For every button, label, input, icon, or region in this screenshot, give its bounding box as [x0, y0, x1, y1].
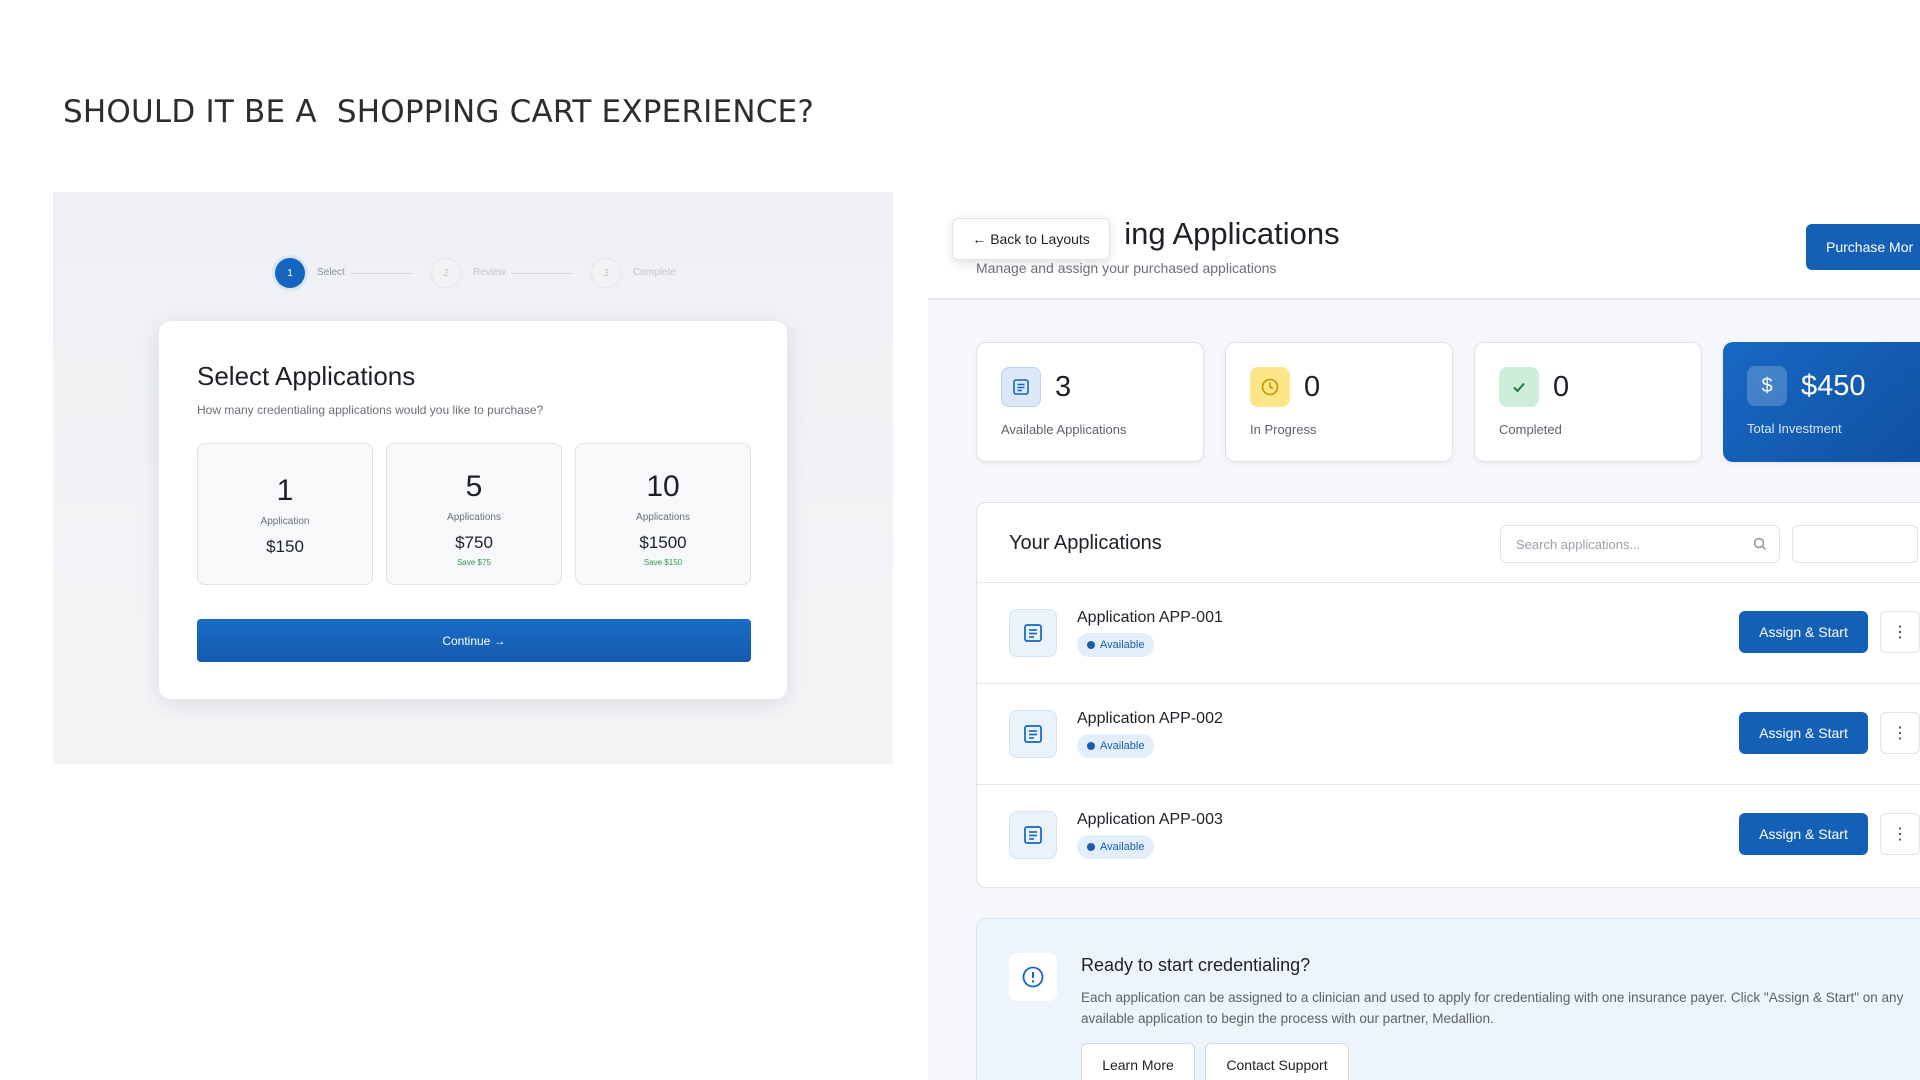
option-count: 1: [276, 474, 294, 507]
learn-more-button[interactable]: Learn More: [1081, 1043, 1195, 1080]
step-2-circle[interactable]: 2: [431, 258, 461, 288]
filter-select[interactable]: [1792, 525, 1918, 563]
document-list-icon: [1009, 811, 1057, 859]
info-icon: [1009, 953, 1057, 1001]
status-badge: Available: [1077, 835, 1155, 859]
check-icon: [1499, 367, 1539, 407]
select-subtitle: How many credentialing applications woul…: [197, 403, 544, 417]
option-5-applications[interactable]: 5 Applications $750 Save $75: [386, 443, 562, 585]
status-text: Available: [1100, 841, 1145, 853]
applications-dashboard: Credentialiing Applications Manage and a…: [928, 192, 1920, 1080]
step-1-circle[interactable]: 1: [275, 258, 305, 288]
more-options-icon[interactable]: ⋮: [1880, 813, 1920, 855]
status-text: Available: [1100, 639, 1145, 651]
step-3-label: Complete: [633, 267, 676, 278]
continue-button[interactable]: Continue →: [197, 619, 751, 662]
stat-label: Completed: [1499, 422, 1562, 437]
option-count: 5: [465, 470, 483, 503]
stat-value: 0: [1304, 371, 1321, 403]
search-icon: [1753, 537, 1766, 550]
search-input[interactable]: Search applications...: [1500, 525, 1780, 563]
dashboard-header: Credentialiing Applications Manage and a…: [928, 192, 1920, 300]
option-unit: Application: [260, 516, 310, 527]
document-list-icon: [1009, 710, 1057, 758]
contact-support-button[interactable]: Contact Support: [1205, 1043, 1349, 1080]
purchase-more-button[interactable]: Purchase Mor: [1806, 224, 1920, 270]
back-to-layouts-button[interactable]: ← Back to Layouts: [952, 218, 1110, 260]
more-options-icon[interactable]: ⋮: [1880, 712, 1920, 754]
stat-value: $450: [1801, 370, 1866, 402]
step-2-label: Review: [473, 267, 506, 278]
step-connector: [351, 273, 413, 274]
stat-completed: 0 Completed: [1474, 342, 1702, 462]
assign-start-button[interactable]: Assign & Start: [1739, 813, 1868, 855]
option-savings: Save $75: [457, 558, 491, 567]
status-dot-icon: [1087, 641, 1095, 649]
option-price: $1500: [639, 533, 687, 552]
option-1-application[interactable]: 1 Application $150: [197, 443, 373, 585]
your-applications-card: Your Applications Search applications...…: [976, 502, 1920, 888]
slide-title: SHOULD IT BE A SHOPPING CART EXPERIENCE?: [63, 94, 814, 130]
page-title-text: ing Applications: [1124, 216, 1340, 251]
stat-available: 3 Available Applications: [976, 342, 1204, 462]
step-connector: [511, 273, 573, 274]
assign-start-button[interactable]: Assign & Start: [1739, 712, 1868, 754]
stat-label: In Progress: [1250, 422, 1317, 437]
applications-header: Your Applications Search applications...: [977, 503, 1920, 583]
option-unit: Applications: [636, 512, 690, 523]
select-applications-card: Select Applications How many credentiali…: [159, 321, 787, 699]
document-list-icon: [1009, 609, 1057, 657]
ready-title: Ready to start credentialing?: [1081, 955, 1311, 975]
status-text: Available: [1100, 740, 1145, 752]
step-3-circle[interactable]: 3: [591, 258, 621, 288]
stat-total-investment: $ $450 Total Investment: [1723, 342, 1920, 462]
stepper: 1 Select 2 Review 3 Complete: [275, 258, 695, 288]
option-savings: Save $150: [643, 558, 683, 567]
applications-title: Your Applications: [1009, 532, 1162, 554]
stat-label: Total Investment: [1747, 421, 1842, 436]
clock-icon: [1250, 367, 1290, 407]
dollar-icon: $: [1747, 366, 1787, 406]
status-dot-icon: [1087, 843, 1095, 851]
stat-value: 3: [1055, 371, 1072, 403]
application-name: Application APP-003: [1077, 811, 1223, 828]
stat-in-progress: 0 In Progress: [1225, 342, 1453, 462]
status-dot-icon: [1087, 742, 1095, 750]
ready-to-start-card: Ready to start credentialing? Each appli…: [976, 918, 1920, 1080]
status-badge: Available: [1077, 734, 1155, 758]
application-row: Application APP-002 Available Assign & S…: [977, 684, 1920, 785]
application-name: Application APP-001: [1077, 609, 1223, 626]
application-row: Application APP-001 Available Assign & S…: [977, 583, 1920, 684]
option-10-applications[interactable]: 10 Applications $1500 Save $150: [575, 443, 751, 585]
select-title: Select Applications: [197, 361, 416, 391]
stat-value: 0: [1553, 371, 1570, 403]
status-badge: Available: [1077, 633, 1155, 657]
option-count: 10: [646, 470, 680, 503]
assign-start-button[interactable]: Assign & Start: [1739, 611, 1868, 653]
application-row: Application APP-003 Available Assign & S…: [977, 785, 1920, 886]
arrow-left-icon: ←: [972, 231, 987, 247]
option-unit: Applications: [447, 512, 501, 523]
page-subtitle: Manage and assign your purchased applica…: [976, 260, 1277, 276]
back-label: Back to Layouts: [990, 231, 1090, 247]
option-price: $150: [266, 537, 304, 556]
shopping-cart-mockup: 1 Select 2 Review 3 Complete Select Appl…: [53, 192, 893, 764]
more-options-icon[interactable]: ⋮: [1880, 611, 1920, 653]
application-name: Application APP-002: [1077, 710, 1223, 727]
step-1-label: Select: [317, 267, 345, 278]
document-list-icon: [1001, 367, 1041, 407]
ready-description: Each application can be assigned to a cl…: [1081, 990, 1904, 1026]
search-placeholder: Search applications...: [1516, 536, 1641, 552]
option-price: $750: [455, 533, 493, 552]
stat-label: Available Applications: [1001, 422, 1127, 437]
